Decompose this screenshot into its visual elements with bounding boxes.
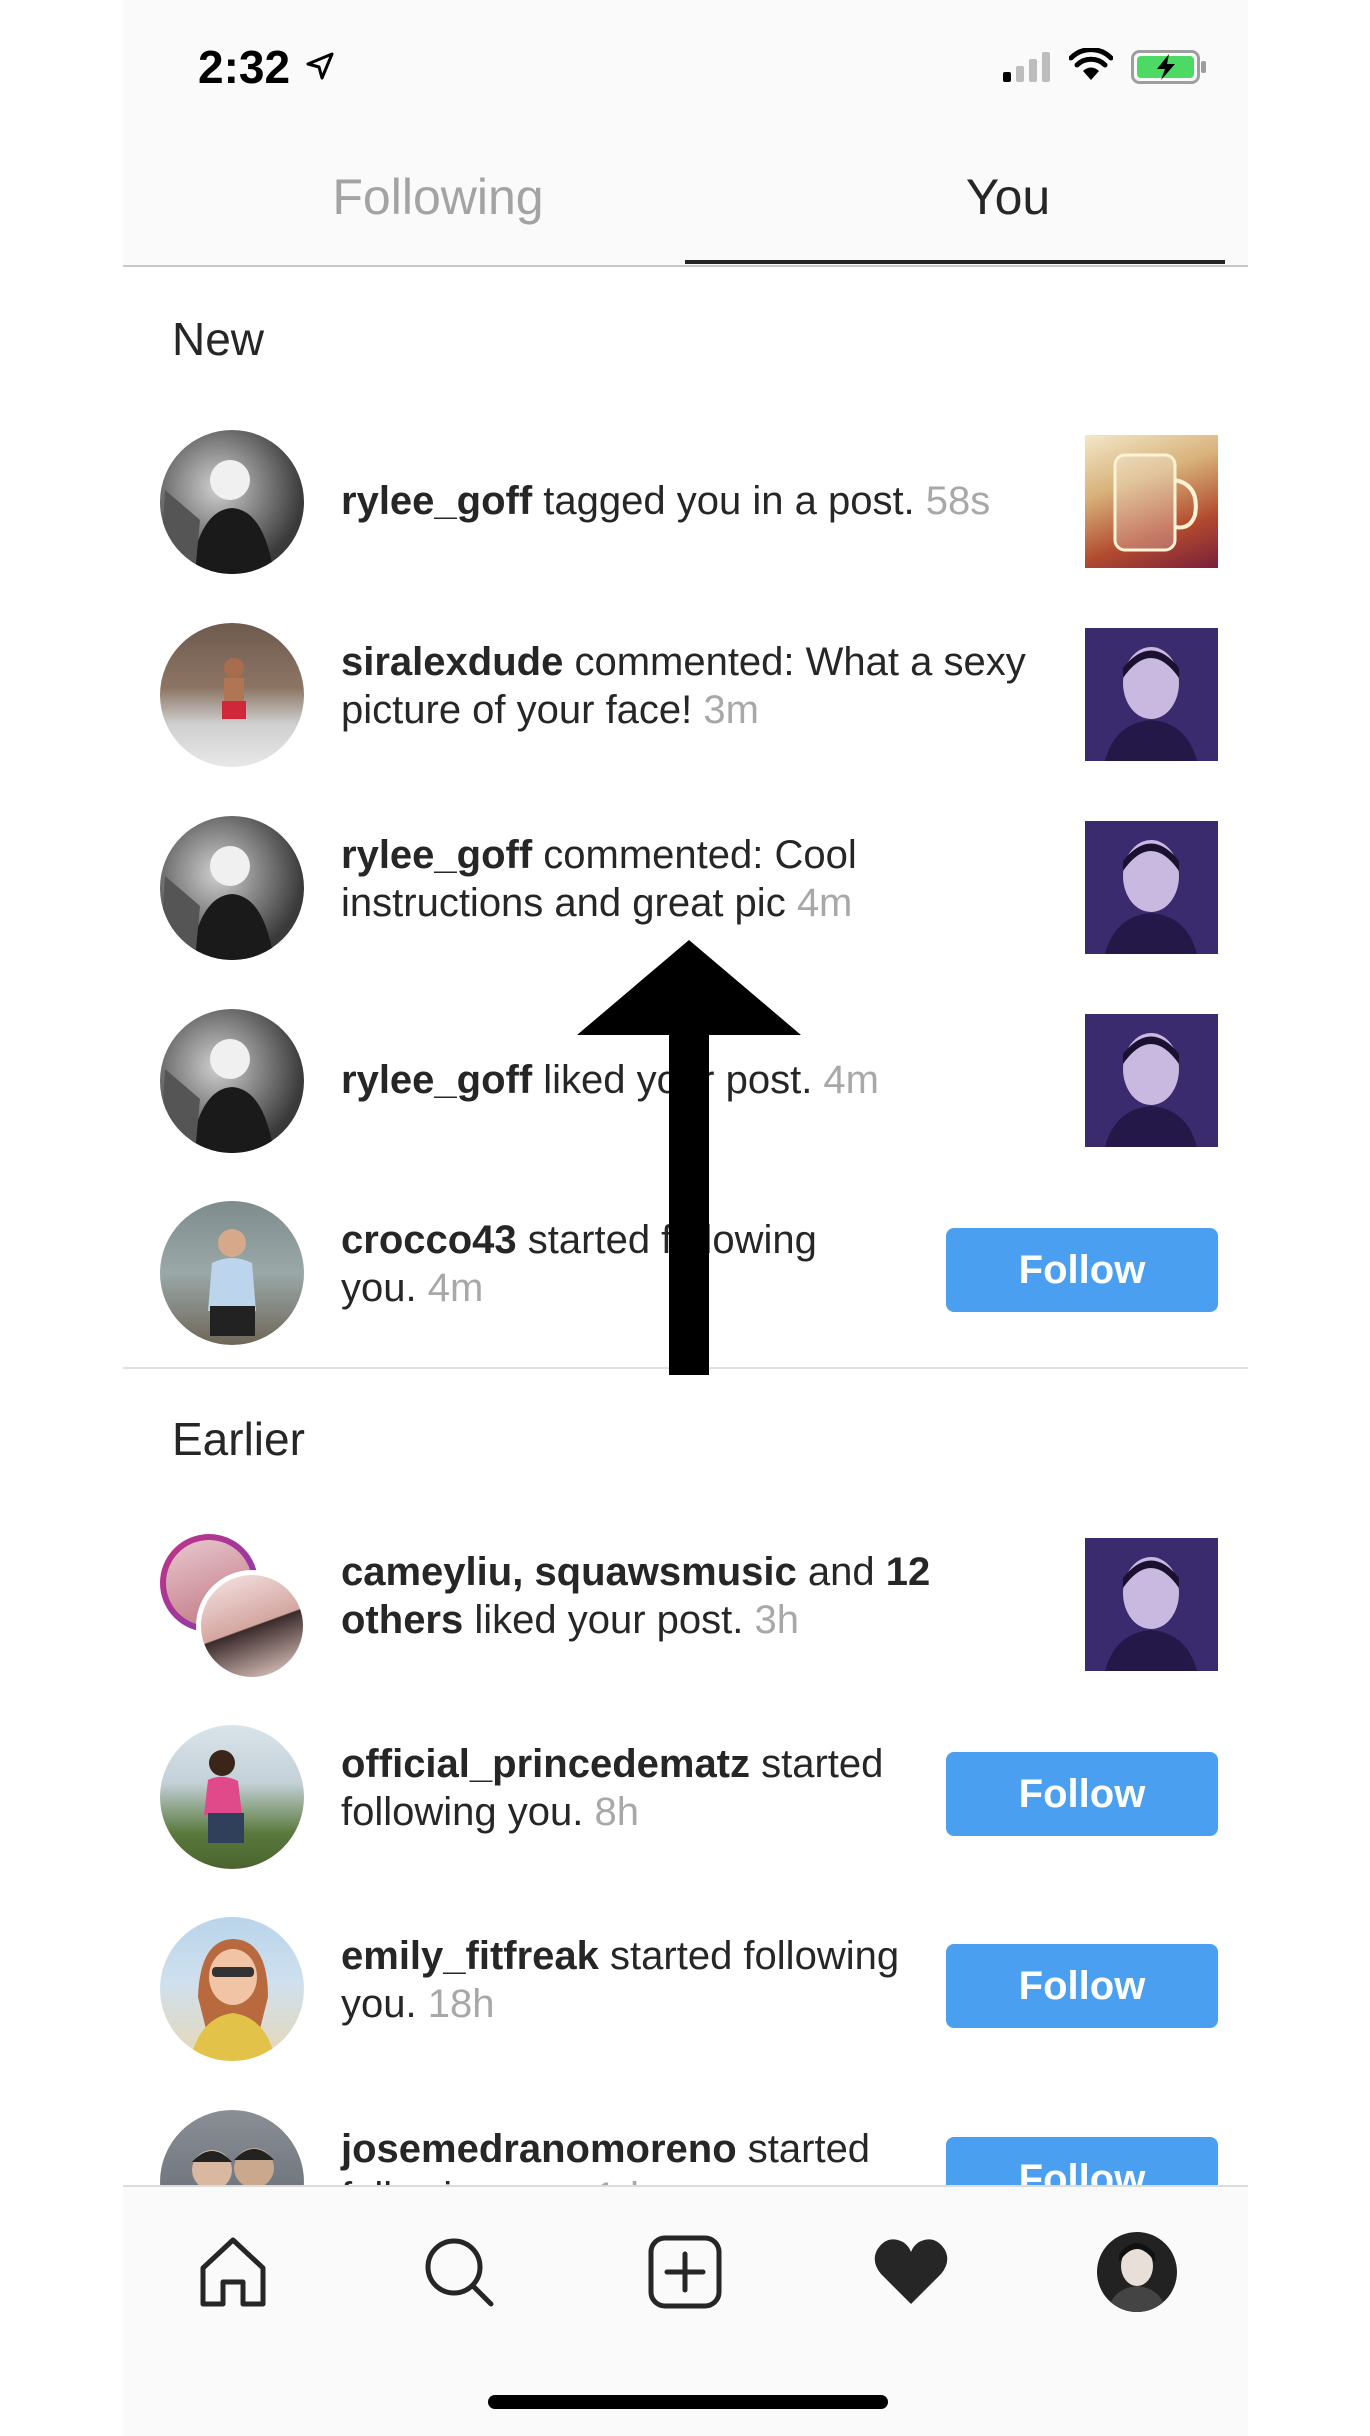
timestamp: 3h xyxy=(754,1598,800,1642)
battery-charging-icon xyxy=(1131,50,1206,84)
post-thumbnail[interactable] xyxy=(1085,1538,1218,1671)
location-arrow-icon xyxy=(306,52,334,80)
post-thumbnail[interactable] xyxy=(1085,821,1218,954)
avatar xyxy=(196,1570,308,1682)
notification-text: official_princedematz started following … xyxy=(341,1742,884,1834)
follow-button[interactable]: Follow xyxy=(946,1944,1218,2028)
add-post-icon[interactable] xyxy=(645,2232,725,2312)
avatar[interactable] xyxy=(160,1917,304,2061)
post-thumbnail[interactable] xyxy=(1085,435,1218,568)
profile-avatar[interactable] xyxy=(1097,2232,1177,2312)
username[interactable]: rylee_goff xyxy=(341,833,532,877)
section-title-earlier: Earlier xyxy=(172,1413,305,1465)
avatar[interactable] xyxy=(160,1201,304,1345)
status-bar: 2:32 xyxy=(123,0,1248,140)
post-thumbnail[interactable] xyxy=(1085,628,1218,761)
avatar[interactable] xyxy=(160,816,304,960)
notification-row[interactable]: official_princedematz started following … xyxy=(123,1722,1248,1872)
status-time: 2:32 xyxy=(198,41,291,93)
username[interactable]: official_princedematz xyxy=(341,1742,750,1786)
active-tab-indicator xyxy=(685,260,1225,264)
timestamp: 4m xyxy=(796,881,853,925)
wifi-icon xyxy=(1069,48,1113,80)
avatar[interactable] xyxy=(160,1009,304,1153)
follow-button[interactable]: Follow xyxy=(946,1228,1218,1312)
home-indicator[interactable] xyxy=(488,2395,888,2409)
stacked-avatars[interactable] xyxy=(160,1534,310,1684)
follow-button[interactable]: Follow xyxy=(946,1752,1218,1836)
timestamp: 4m xyxy=(823,1058,879,1102)
cellular-signal-icon xyxy=(1003,52,1050,82)
search-icon[interactable] xyxy=(419,2232,499,2312)
username[interactable]: emily_fitfreak xyxy=(341,1934,599,1978)
up-arrow-annotation xyxy=(577,940,801,1375)
tab-you[interactable]: You xyxy=(858,168,1158,226)
timestamp: 18h xyxy=(427,1982,495,2026)
username[interactable]: cameyliu, squawsmusic xyxy=(341,1550,797,1594)
timestamp: 58s xyxy=(925,479,991,523)
notification-text: rylee_goff commented: Cool instructions … xyxy=(341,833,857,925)
username[interactable]: siralexdude xyxy=(341,640,563,684)
activity-tabs: Following You xyxy=(123,140,1248,267)
notification-row[interactable]: rylee_goff tagged you in a post. 58s xyxy=(123,427,1248,577)
notification-text: cameyliu, squawsmusic and 12 others like… xyxy=(341,1550,931,1642)
tab-following[interactable]: Following xyxy=(288,168,588,226)
username[interactable]: rylee_goff xyxy=(341,479,532,523)
timestamp: 8h xyxy=(594,1790,639,1834)
home-icon[interactable] xyxy=(193,2232,273,2312)
post-thumbnail[interactable] xyxy=(1085,1014,1218,1147)
notification-row[interactable]: emily_fitfreak started following you. 18… xyxy=(123,1914,1248,2064)
username[interactable]: rylee_goff xyxy=(341,1058,532,1102)
notification-text: rylee_goff tagged you in a post. 58s xyxy=(341,479,991,523)
avatar[interactable] xyxy=(160,623,304,767)
notification-row[interactable]: cameyliu, squawsmusic and 12 others like… xyxy=(123,1530,1248,1682)
notification-text: emily_fitfreak started following you. 18… xyxy=(341,1934,900,2026)
timestamp: 4m xyxy=(427,1266,484,1310)
username[interactable]: crocco43 xyxy=(341,1218,517,1262)
activity-heart-icon[interactable] xyxy=(871,2232,951,2312)
section-title-new: New xyxy=(172,313,265,365)
avatar[interactable] xyxy=(160,1725,304,1869)
notification-row[interactable]: siralexdude commented: What a sexy pictu… xyxy=(123,620,1248,770)
avatar[interactable] xyxy=(160,430,304,574)
notification-text: siralexdude commented: What a sexy pictu… xyxy=(341,640,1026,732)
username[interactable]: josemedranomoreno xyxy=(341,2127,737,2171)
activity-screen: 2:32 Following You New rylee_goff tagged… xyxy=(123,0,1248,2436)
timestamp: 3m xyxy=(703,688,759,732)
